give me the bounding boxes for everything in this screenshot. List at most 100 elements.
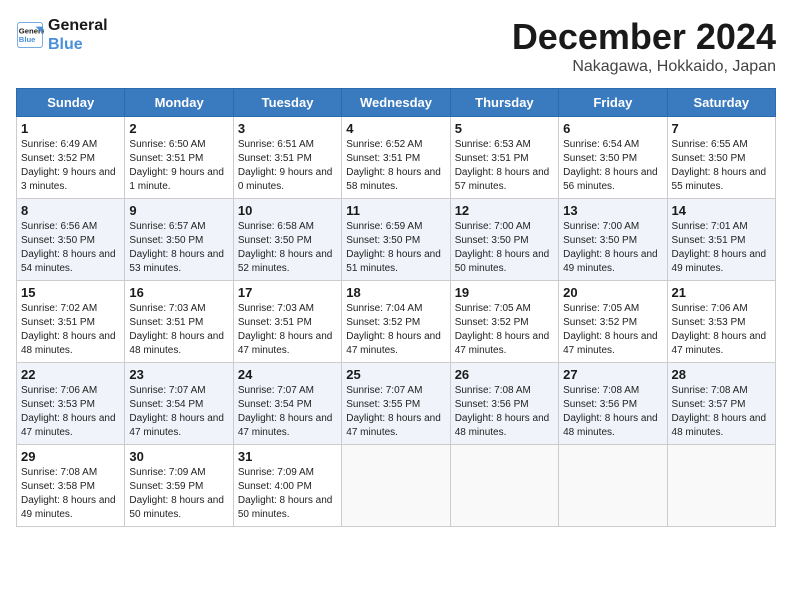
day-number: 29 [21, 449, 120, 464]
day-detail: Sunrise: 7:06 AMSunset: 3:53 PMDaylight:… [21, 384, 120, 440]
calendar-cell: 6 Sunrise: 6:54 AMSunset: 3:50 PMDaylight… [559, 117, 667, 199]
day-number: 26 [455, 367, 554, 382]
day-number: 1 [21, 121, 120, 136]
calendar-cell: 26 Sunrise: 7:08 AMSunset: 3:56 PMDayligh… [450, 363, 558, 445]
day-detail: Sunrise: 7:03 AMSunset: 3:51 PMDaylight:… [238, 302, 337, 358]
calendar-cell [450, 445, 558, 527]
day-header-sunday: Sunday [17, 89, 125, 117]
title-area: December 2024 Nakagawa, Hokkaido, Japan [512, 16, 776, 76]
calendar-cell: 18Sunrise: 7:04 AMSunset: 3:52 PMDayligh… [342, 281, 450, 363]
calendar-cell: 23 Sunrise: 7:07 AMSunset: 3:54 PMDayligh… [125, 363, 233, 445]
day-number: 11 [346, 203, 445, 218]
day-detail: Sunrise: 7:01 AMSunset: 3:51 PMDaylight:… [672, 220, 771, 276]
day-number: 22 [21, 367, 120, 382]
calendar-cell: 31 Sunrise: 7:09 AMSunset: 4:00 PMDayligh… [233, 445, 341, 527]
calendar-cell: 1 Sunrise: 6:49 AMSunset: 3:52 PMDaylight… [17, 117, 125, 199]
calendar-cell: 3Sunrise: 6:51 AMSunset: 3:51 PMDaylight… [233, 117, 341, 199]
day-detail: Sunrise: 6:55 AMSunset: 3:50 PMDaylight:… [672, 138, 771, 194]
day-detail: Sunrise: 6:54 AMSunset: 3:50 PMDaylight:… [563, 138, 662, 194]
calendar-title: December 2024 [512, 16, 776, 58]
logo: General Blue General Blue [16, 16, 108, 54]
calendar-body: 1 Sunrise: 6:49 AMSunset: 3:52 PMDaylight… [17, 117, 776, 527]
day-detail: Sunrise: 7:00 AMSunset: 3:50 PMDaylight:… [455, 220, 554, 276]
day-number: 24 [238, 367, 337, 382]
day-number: 8 [21, 203, 120, 218]
logo-icon: General Blue [16, 21, 44, 49]
day-detail: Sunrise: 7:05 AMSunset: 3:52 PMDaylight:… [455, 302, 554, 358]
day-detail: Sunrise: 7:06 AMSunset: 3:53 PMDaylight:… [672, 302, 771, 358]
day-number: 10 [238, 203, 337, 218]
day-number: 21 [672, 285, 771, 300]
day-header-tuesday: Tuesday [233, 89, 341, 117]
calendar-cell: 30 Sunrise: 7:09 AMSunset: 3:59 PMDayligh… [125, 445, 233, 527]
calendar-header-row: SundayMondayTuesdayWednesdayThursdayFrid… [17, 89, 776, 117]
day-number: 15 [21, 285, 120, 300]
day-detail: Sunrise: 7:09 AMSunset: 3:59 PMDaylight:… [129, 466, 228, 522]
day-number: 30 [129, 449, 228, 464]
day-detail: Sunrise: 7:09 AMSunset: 4:00 PMDaylight:… [238, 466, 337, 522]
day-number: 19 [455, 285, 554, 300]
calendar-cell [559, 445, 667, 527]
day-number: 6 [563, 121, 662, 136]
day-number: 9 [129, 203, 228, 218]
calendar-cell: 22 Sunrise: 7:06 AMSunset: 3:53 PMDayligh… [17, 363, 125, 445]
day-number: 3 [238, 121, 337, 136]
logo-line2: Blue [48, 35, 108, 54]
day-detail: Sunrise: 7:07 AMSunset: 3:54 PMDaylight:… [238, 384, 337, 440]
day-detail: Sunrise: 7:05 AMSunset: 3:52 PMDaylight:… [563, 302, 662, 358]
day-number: 12 [455, 203, 554, 218]
day-number: 27 [563, 367, 662, 382]
day-detail: Sunrise: 6:49 AMSunset: 3:52 PMDaylight:… [21, 138, 120, 194]
day-number: 25 [346, 367, 445, 382]
calendar-cell: 27Sunrise: 7:08 AMSunset: 3:56 PMDayligh… [559, 363, 667, 445]
calendar-cell: 25 Sunrise: 7:07 AMSunset: 3:55 PMDayligh… [342, 363, 450, 445]
calendar-week-4: 22 Sunrise: 7:06 AMSunset: 3:53 PMDayligh… [17, 363, 776, 445]
day-detail: Sunrise: 7:07 AMSunset: 3:55 PMDaylight:… [346, 384, 445, 440]
day-number: 14 [672, 203, 771, 218]
calendar-cell: 29Sunrise: 7:08 AMSunset: 3:58 PMDayligh… [17, 445, 125, 527]
calendar-cell [667, 445, 775, 527]
calendar-cell: 4Sunrise: 6:52 AMSunset: 3:51 PMDaylight… [342, 117, 450, 199]
day-number: 5 [455, 121, 554, 136]
day-detail: Sunrise: 7:02 AMSunset: 3:51 PMDaylight:… [21, 302, 120, 358]
day-detail: Sunrise: 7:08 AMSunset: 3:56 PMDaylight:… [455, 384, 554, 440]
calendar-cell: 8 Sunrise: 6:56 AMSunset: 3:50 PMDaylight… [17, 199, 125, 281]
day-number: 17 [238, 285, 337, 300]
day-detail: Sunrise: 7:08 AMSunset: 3:57 PMDaylight:… [672, 384, 771, 440]
day-header-monday: Monday [125, 89, 233, 117]
day-number: 23 [129, 367, 228, 382]
day-detail: Sunrise: 6:56 AMSunset: 3:50 PMDaylight:… [21, 220, 120, 276]
day-number: 7 [672, 121, 771, 136]
calendar-cell: 15 Sunrise: 7:02 AMSunset: 3:51 PMDayligh… [17, 281, 125, 363]
day-number: 13 [563, 203, 662, 218]
day-number: 31 [238, 449, 337, 464]
day-number: 28 [672, 367, 771, 382]
day-header-wednesday: Wednesday [342, 89, 450, 117]
calendar-cell: 9Sunrise: 6:57 AMSunset: 3:50 PMDaylight… [125, 199, 233, 281]
day-detail: Sunrise: 7:07 AMSunset: 3:54 PMDaylight:… [129, 384, 228, 440]
day-detail: Sunrise: 7:03 AMSunset: 3:51 PMDaylight:… [129, 302, 228, 358]
calendar-table: SundayMondayTuesdayWednesdayThursdayFrid… [16, 88, 776, 527]
day-number: 20 [563, 285, 662, 300]
day-header-saturday: Saturday [667, 89, 775, 117]
calendar-cell: 17 Sunrise: 7:03 AMSunset: 3:51 PMDayligh… [233, 281, 341, 363]
calendar-cell: 5 Sunrise: 6:53 AMSunset: 3:51 PMDaylight… [450, 117, 558, 199]
calendar-cell: 24 Sunrise: 7:07 AMSunset: 3:54 PMDayligh… [233, 363, 341, 445]
calendar-cell: 21 Sunrise: 7:06 AMSunset: 3:53 PMDayligh… [667, 281, 775, 363]
header: General Blue General Blue December 2024 … [16, 16, 776, 76]
calendar-cell: 11 Sunrise: 6:59 AMSunset: 3:50 PMDayligh… [342, 199, 450, 281]
day-detail: Sunrise: 7:04 AMSunset: 3:52 PMDaylight:… [346, 302, 445, 358]
calendar-cell: 19 Sunrise: 7:05 AMSunset: 3:52 PMDayligh… [450, 281, 558, 363]
day-detail: Sunrise: 6:50 AMSunset: 3:51 PMDaylight:… [129, 138, 228, 194]
calendar-cell: 28 Sunrise: 7:08 AMSunset: 3:57 PMDayligh… [667, 363, 775, 445]
day-detail: Sunrise: 6:59 AMSunset: 3:50 PMDaylight:… [346, 220, 445, 276]
calendar-cell: 7 Sunrise: 6:55 AMSunset: 3:50 PMDaylight… [667, 117, 775, 199]
day-header-thursday: Thursday [450, 89, 558, 117]
calendar-week-3: 15 Sunrise: 7:02 AMSunset: 3:51 PMDayligh… [17, 281, 776, 363]
day-number: 2 [129, 121, 228, 136]
day-detail: Sunrise: 6:52 AMSunset: 3:51 PMDaylight:… [346, 138, 445, 194]
calendar-cell: 16Sunrise: 7:03 AMSunset: 3:51 PMDayligh… [125, 281, 233, 363]
day-detail: Sunrise: 6:53 AMSunset: 3:51 PMDaylight:… [455, 138, 554, 194]
calendar-cell: 20 Sunrise: 7:05 AMSunset: 3:52 PMDayligh… [559, 281, 667, 363]
day-header-friday: Friday [559, 89, 667, 117]
